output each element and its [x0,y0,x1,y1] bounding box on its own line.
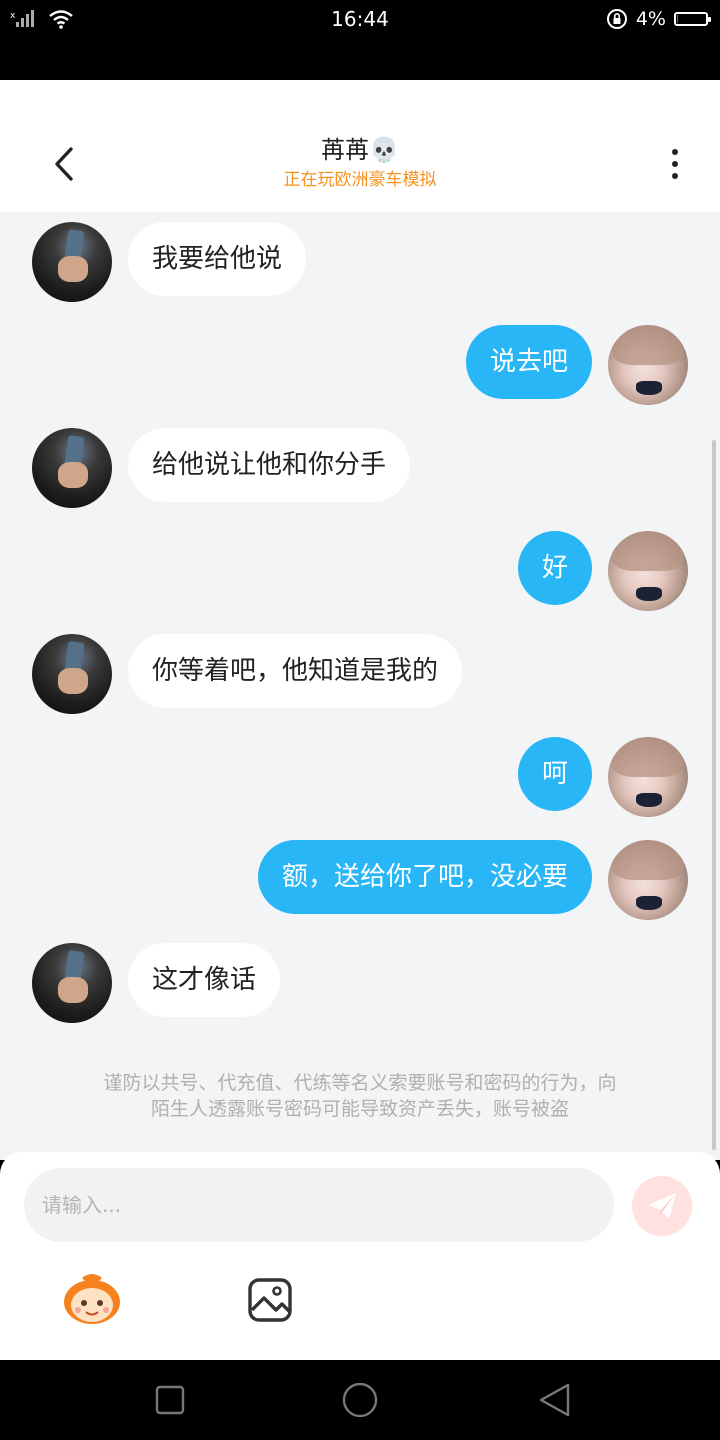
system-back-button[interactable] [534,1380,574,1420]
my-avatar[interactable] [608,840,688,920]
message-composer [0,1152,720,1360]
incoming-message-bubble[interactable]: 我要给他说 [128,222,307,296]
status-right: 4% [606,6,711,32]
image-picker-button[interactable] [246,1276,294,1324]
battery-level [677,15,678,23]
contact-avatar[interactable] [32,634,112,714]
outgoing-message-bubble[interactable]: 额，送给你了吧，没必要 [257,840,592,914]
status-bar: x 16:44 4% [0,0,720,80]
incoming-message-bubble[interactable]: 给他说让他和你分手 [128,428,411,502]
recents-button[interactable] [150,1380,190,1420]
mascot-emoji-icon [64,1274,120,1324]
contact-avatar[interactable] [32,222,112,302]
security-notice-line: 谨防以共号、代充值、代练等名义索要账号和密码的行为，向 [103,1072,617,1094]
home-button[interactable] [340,1380,380,1420]
contact-avatar[interactable] [32,428,112,508]
message-list[interactable]: 我要给他说 说去吧 给他说让他和你分手 好 你等着吧，他知道是我的 呵 额，送给… [0,212,720,1160]
incoming-message-bubble[interactable]: 这才像话 [128,943,281,1017]
circle-icon [342,1382,378,1418]
my-avatar[interactable] [608,325,688,405]
more-vertical-icon-dot [672,173,678,179]
navigation-bar [0,1360,720,1440]
security-notice-line: 陌生人透露账号密码可能导致资产丢失，账号被盗 [150,1098,569,1120]
battery-icon [674,12,711,26]
my-avatar[interactable] [608,531,688,611]
scrollbar[interactable] [712,440,716,1150]
incoming-message-bubble[interactable]: 你等着吧，他知道是我的 [128,634,463,708]
more-vertical-icon-dot [672,161,678,167]
battery-percent: 4% [635,8,666,30]
more-vertical-icon-dot [672,149,678,155]
contact-avatar[interactable] [32,943,112,1023]
contact-name: 苒苒💀 [321,136,399,164]
message-input[interactable] [24,1168,614,1242]
image-icon [248,1278,292,1322]
contact-activity-status: 正在玩欧洲豪车模拟 [283,170,437,190]
more-options-button[interactable] [660,144,690,184]
my-avatar[interactable] [608,737,688,817]
square-icon [155,1385,185,1415]
security-notice: 谨防以共号、代充值、代练等名义索要账号和密码的行为，向 陌生人透露账号密码可能导… [40,1070,680,1122]
triangle-back-icon [539,1383,570,1417]
outgoing-message-bubble[interactable]: 好 [517,531,592,605]
emoji-button[interactable] [60,1272,124,1328]
outgoing-message-bubble[interactable]: 说去吧 [465,325,592,399]
rotation-lock-icon [606,9,627,29]
chat-header: 苒苒💀 正在玩欧洲豪车模拟 [0,80,720,212]
send-button[interactable] [632,1176,692,1236]
outgoing-message-bubble[interactable]: 呵 [517,737,592,811]
paper-plane-icon [648,1193,676,1219]
